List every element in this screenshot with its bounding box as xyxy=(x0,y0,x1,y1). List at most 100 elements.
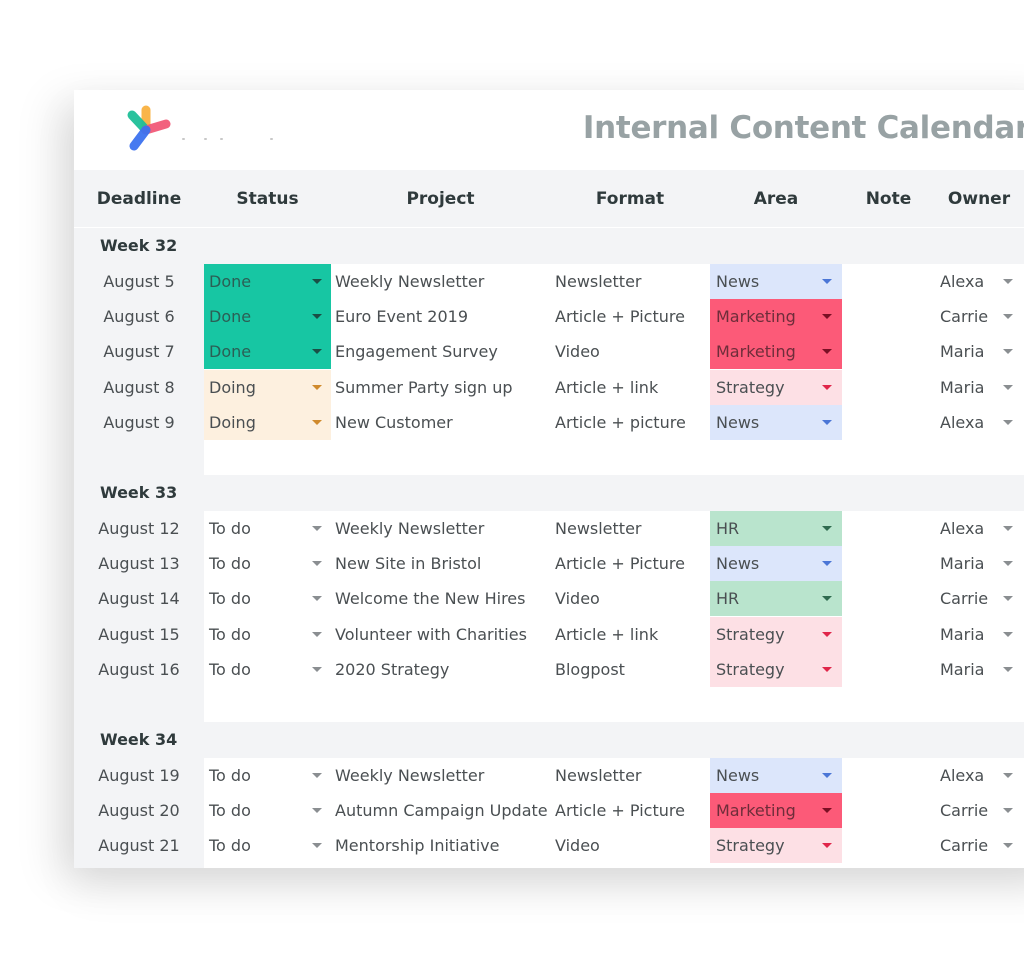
status-dropdown[interactable]: To do xyxy=(204,511,331,546)
chevron-down-icon[interactable] xyxy=(822,666,832,672)
column-header-format[interactable]: Format xyxy=(550,170,710,228)
status-dropdown[interactable]: To do xyxy=(204,828,331,864)
project-cell[interactable]: Welcome the New Hires xyxy=(331,581,550,616)
chevron-down-icon[interactable] xyxy=(1003,631,1013,637)
project-cell[interactable]: Autumn Campaign Update xyxy=(331,793,550,828)
chevron-down-icon[interactable] xyxy=(1003,773,1013,778)
owner-dropdown[interactable]: Maria xyxy=(935,617,1024,652)
chevron-down-icon[interactable] xyxy=(822,279,832,284)
note-cell[interactable] xyxy=(842,617,935,652)
note-cell[interactable] xyxy=(842,334,935,369)
area-dropdown[interactable]: Strategy xyxy=(710,616,842,652)
project-cell[interactable]: Mentorship Initiative xyxy=(331,828,550,863)
note-cell[interactable] xyxy=(842,581,935,616)
deadline-cell[interactable]: August 8 xyxy=(74,370,204,405)
project-cell[interactable]: Volunteer with Charities xyxy=(331,617,550,652)
chevron-down-icon[interactable] xyxy=(1003,384,1013,390)
format-cell[interactable]: Newsletter xyxy=(550,758,710,793)
note-cell[interactable] xyxy=(842,405,935,440)
owner-dropdown[interactable]: Maria xyxy=(935,546,1024,581)
chevron-down-icon[interactable] xyxy=(822,314,832,320)
owner-dropdown[interactable]: Alexa xyxy=(935,511,1024,546)
chevron-down-icon[interactable] xyxy=(1003,808,1013,814)
column-header-status[interactable]: Status xyxy=(204,170,331,228)
owner-dropdown[interactable]: Maria xyxy=(935,334,1024,369)
chevron-down-icon[interactable] xyxy=(312,279,322,284)
deadline-cell[interactable]: August 12 xyxy=(74,511,204,546)
chevron-down-icon[interactable] xyxy=(822,384,832,390)
chevron-down-icon[interactable] xyxy=(312,526,322,531)
chevron-down-icon[interactable] xyxy=(822,349,832,355)
chevron-down-icon[interactable] xyxy=(312,666,322,672)
status-dropdown[interactable]: Doing xyxy=(204,404,331,440)
chevron-down-icon[interactable] xyxy=(312,596,322,602)
chevron-down-icon[interactable] xyxy=(1003,419,1013,425)
area-dropdown[interactable]: News xyxy=(710,264,842,299)
note-cell[interactable] xyxy=(842,370,935,405)
deadline-cell[interactable]: August 15 xyxy=(74,617,204,652)
chevron-down-icon[interactable] xyxy=(312,631,322,637)
note-cell[interactable] xyxy=(842,828,935,863)
format-cell[interactable]: Article + Picture xyxy=(550,299,710,334)
owner-dropdown[interactable]: Maria xyxy=(935,370,1024,405)
format-cell[interactable]: Video xyxy=(550,334,710,369)
area-dropdown[interactable]: Strategy xyxy=(710,369,842,405)
owner-dropdown[interactable]: Alexa xyxy=(935,264,1024,299)
format-cell[interactable]: Video xyxy=(550,828,710,863)
format-cell[interactable]: Newsletter xyxy=(550,511,710,546)
project-cell[interactable]: New Customer xyxy=(331,405,550,440)
chevron-down-icon[interactable] xyxy=(1003,561,1013,567)
project-cell[interactable]: Engagement Survey xyxy=(331,334,550,369)
format-cell[interactable]: Article + link xyxy=(550,617,710,652)
area-dropdown[interactable]: News xyxy=(710,546,842,582)
status-dropdown[interactable]: Done xyxy=(204,264,331,299)
format-cell[interactable]: Newsletter xyxy=(550,264,710,299)
note-cell[interactable] xyxy=(842,652,935,687)
project-cell[interactable]: Weekly Newsletter xyxy=(331,511,550,546)
column-header-owner[interactable]: Owner xyxy=(935,170,1023,228)
chevron-down-icon[interactable] xyxy=(312,384,322,390)
chevron-down-icon[interactable] xyxy=(312,843,322,849)
deadline-cell[interactable]: August 19 xyxy=(74,758,204,793)
note-cell[interactable] xyxy=(842,546,935,581)
area-dropdown[interactable]: Strategy xyxy=(710,828,842,864)
column-header-project[interactable]: Project xyxy=(331,170,550,228)
deadline-cell[interactable]: August 13 xyxy=(74,546,204,581)
project-cell[interactable]: Weekly Newsletter xyxy=(331,758,550,793)
owner-dropdown[interactable]: Maria xyxy=(935,652,1024,687)
note-cell[interactable] xyxy=(842,793,935,828)
format-cell[interactable]: Blogpost xyxy=(550,652,710,687)
column-header-note[interactable]: Note xyxy=(842,170,935,228)
chevron-down-icon[interactable] xyxy=(312,773,322,778)
area-dropdown[interactable]: Marketing xyxy=(710,299,842,335)
status-dropdown[interactable]: To do xyxy=(204,616,331,652)
chevron-down-icon[interactable] xyxy=(1003,526,1013,531)
chevron-down-icon[interactable] xyxy=(822,808,832,814)
chevron-down-icon[interactable] xyxy=(822,773,832,778)
format-cell[interactable]: Article + Picture xyxy=(550,793,710,828)
status-dropdown[interactable]: Done xyxy=(204,299,331,335)
area-dropdown[interactable]: Strategy xyxy=(710,651,842,687)
status-dropdown[interactable]: Doing xyxy=(204,369,331,405)
note-cell[interactable] xyxy=(842,758,935,793)
project-cell[interactable]: New Site in Bristol xyxy=(331,546,550,581)
chevron-down-icon[interactable] xyxy=(312,419,322,425)
deadline-cell[interactable]: August 9 xyxy=(74,405,204,440)
column-header-deadline[interactable]: Deadline xyxy=(74,170,204,228)
chevron-down-icon[interactable] xyxy=(822,596,832,602)
status-dropdown[interactable]: To do xyxy=(204,581,331,617)
chevron-down-icon[interactable] xyxy=(1003,666,1013,672)
chevron-down-icon[interactable] xyxy=(822,631,832,637)
chevron-down-icon[interactable] xyxy=(312,561,322,567)
format-cell[interactable]: Article + picture xyxy=(550,405,710,440)
project-cell[interactable]: Weekly Newsletter xyxy=(331,264,550,299)
chevron-down-icon[interactable] xyxy=(312,808,322,814)
chevron-down-icon[interactable] xyxy=(312,314,322,320)
area-dropdown[interactable]: HR xyxy=(710,581,842,617)
note-cell[interactable] xyxy=(842,511,935,546)
area-dropdown[interactable]: News xyxy=(710,404,842,440)
deadline-cell[interactable]: August 7 xyxy=(74,334,204,369)
status-dropdown[interactable]: Done xyxy=(204,334,331,370)
chevron-down-icon[interactable] xyxy=(822,561,832,567)
status-dropdown[interactable]: To do xyxy=(204,758,331,793)
